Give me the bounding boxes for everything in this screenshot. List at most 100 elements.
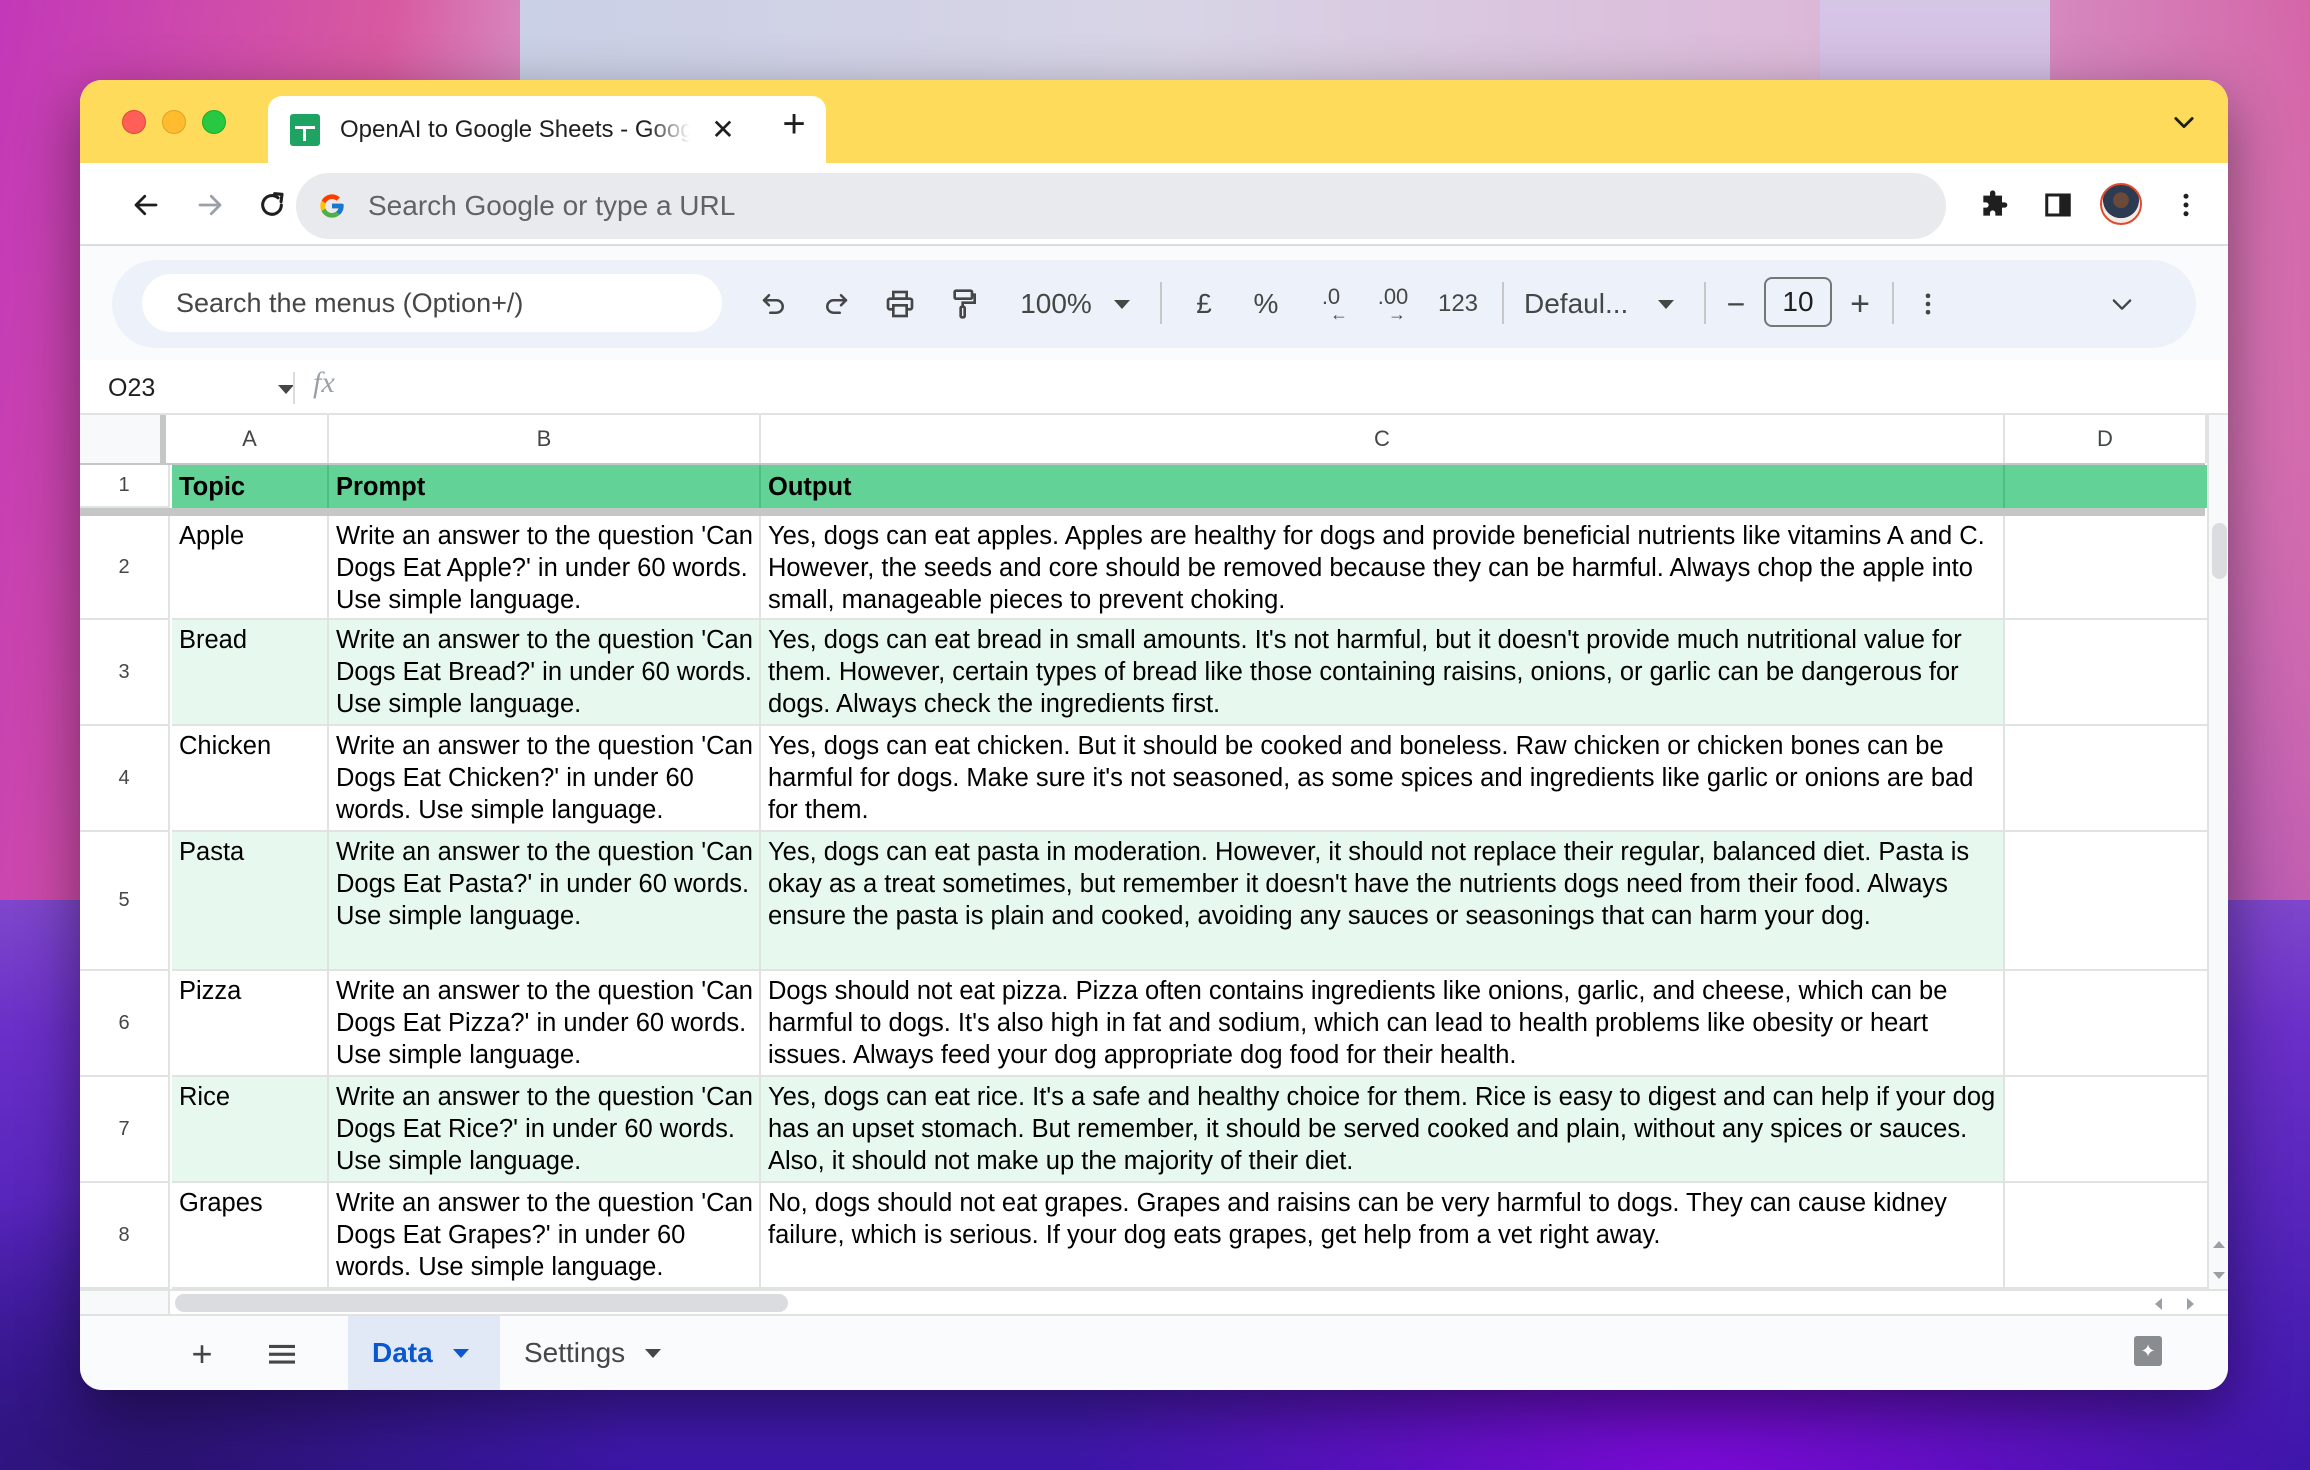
cell-output[interactable]: No, dogs should not eat grapes. Grapes a… xyxy=(761,1183,2005,1289)
font-select[interactable]: Defaul... xyxy=(1524,282,1702,326)
caret-down-icon xyxy=(1658,299,1675,309)
forward-button[interactable] xyxy=(190,185,230,225)
close-icon[interactable]: ✕ xyxy=(708,113,738,146)
cell-output[interactable]: Yes, dogs can eat chicken. But it should… xyxy=(761,726,2005,832)
cell-c1[interactable]: Output xyxy=(761,465,2005,508)
font-size-input[interactable]: 10 xyxy=(1764,277,1832,327)
cell-prompt[interactable]: Write an answer to the question 'Can Dog… xyxy=(329,726,761,832)
column-header-a[interactable]: A xyxy=(172,415,329,463)
cell-topic[interactable]: Chicken xyxy=(172,726,329,832)
add-sheet-button[interactable]: + xyxy=(180,1332,224,1376)
maximize-window-button[interactable] xyxy=(202,110,226,134)
reload-button[interactable] xyxy=(252,185,292,225)
horizontal-scrollbar-thumb[interactable] xyxy=(175,1294,788,1312)
caret-down-icon[interactable] xyxy=(645,1348,662,1358)
toolbar-divider xyxy=(1704,282,1706,324)
row-header[interactable]: 8 xyxy=(80,1183,170,1289)
row-header[interactable]: 1 xyxy=(80,465,170,508)
formula-input[interactable] xyxy=(370,366,2208,408)
row-header[interactable]: 3 xyxy=(80,620,170,726)
scroll-up-arrow-icon[interactable] xyxy=(2213,1241,2225,1248)
column-header-c[interactable]: C xyxy=(761,415,2005,463)
cell-prompt[interactable]: Write an answer to the question 'Can Dog… xyxy=(329,516,761,620)
scroll-left-arrow-icon[interactable] xyxy=(2155,1298,2162,1310)
omnibox[interactable]: Search Google or type a URL xyxy=(296,173,1946,239)
cell-d1[interactable] xyxy=(2005,465,2207,508)
redo-button[interactable] xyxy=(814,282,858,326)
side-panel-button[interactable] xyxy=(2038,185,2078,225)
cell-prompt[interactable]: Write an answer to the question 'Can Dog… xyxy=(329,1077,761,1183)
more-toolbar-options-button[interactable] xyxy=(1908,282,1948,326)
row-header[interactable]: 4 xyxy=(80,726,170,832)
cell-a1[interactable]: Topic xyxy=(172,465,329,508)
cell-output[interactable]: Yes, dogs can eat rice. It's a safe and … xyxy=(761,1077,2005,1183)
frozen-row-divider[interactable] xyxy=(80,508,2205,516)
cell-d[interactable] xyxy=(2005,620,2207,726)
paint-format-button[interactable] xyxy=(942,282,986,326)
row-header[interactable]: 5 xyxy=(80,832,170,971)
cell-topic[interactable]: Grapes xyxy=(172,1183,329,1289)
decrease-font-size-button[interactable]: − xyxy=(1716,282,1756,326)
format-currency-button[interactable]: £ xyxy=(1182,282,1226,326)
undo-button[interactable] xyxy=(752,282,796,326)
increase-font-size-button[interactable]: + xyxy=(1840,282,1880,326)
vertical-scrollbar[interactable] xyxy=(2207,415,2228,1289)
extensions-button[interactable] xyxy=(1974,185,2014,225)
cell-b1[interactable]: Prompt xyxy=(329,465,761,508)
all-sheets-button[interactable] xyxy=(260,1332,304,1376)
decrease-decimal-button[interactable]: .0 ← xyxy=(1306,282,1356,326)
cell-d[interactable] xyxy=(2005,1077,2207,1183)
vertical-scrollbar-thumb[interactable] xyxy=(2212,523,2227,579)
more-formats-button[interactable]: 123 xyxy=(1428,282,1488,326)
scroll-down-arrow-icon[interactable] xyxy=(2213,1272,2225,1279)
cell-topic[interactable]: Pasta xyxy=(172,832,329,971)
minimize-window-button[interactable] xyxy=(162,110,186,134)
toolbar-divider xyxy=(1892,282,1894,324)
scroll-right-arrow-icon[interactable] xyxy=(2187,1298,2194,1310)
column-header-d[interactable]: D xyxy=(2005,415,2207,463)
cell-topic[interactable]: Pizza xyxy=(172,971,329,1077)
cell-topic[interactable]: Apple xyxy=(172,516,329,620)
browser-menu-button[interactable] xyxy=(2166,185,2206,225)
cell-topic[interactable]: Rice xyxy=(172,1077,329,1183)
arrow-right-icon: → xyxy=(1388,304,1406,324)
row-header[interactable]: 7 xyxy=(80,1077,170,1183)
select-all-corner[interactable] xyxy=(80,415,166,463)
new-tab-button[interactable]: + xyxy=(772,102,816,147)
sheet-tab-settings[interactable]: Settings xyxy=(500,1316,680,1390)
cell-output[interactable]: Yes, dogs can eat bread in small amounts… xyxy=(761,620,2005,726)
zoom-select[interactable]: 100% xyxy=(1010,282,1140,326)
row-header[interactable]: 6 xyxy=(80,971,170,1077)
profile-avatar[interactable] xyxy=(2100,183,2142,225)
back-button[interactable] xyxy=(126,185,166,225)
minus-icon: − xyxy=(1726,285,1746,322)
cell-prompt[interactable]: Write an answer to the question 'Can Dog… xyxy=(329,971,761,1077)
browser-tab-active[interactable]: OpenAI to Google Sheets - Google Sheets … xyxy=(268,96,826,163)
horizontal-scrollbar[interactable] xyxy=(80,1289,2228,1316)
collapse-toolbar-button[interactable] xyxy=(2100,282,2144,326)
format-percent-button[interactable]: % xyxy=(1244,282,1288,326)
cell-prompt[interactable]: Write an answer to the question 'Can Dog… xyxy=(329,1183,761,1289)
cell-d[interactable] xyxy=(2005,726,2207,832)
print-button[interactable] xyxy=(878,282,922,326)
explore-button[interactable]: ✦ xyxy=(2134,1336,2162,1366)
search-menus-input[interactable]: Search the menus (Option+/) xyxy=(142,274,722,332)
cell-d[interactable] xyxy=(2005,1183,2207,1289)
cell-output[interactable]: Yes, dogs can eat apples. Apples are hea… xyxy=(761,516,2005,620)
cell-d[interactable] xyxy=(2005,832,2207,971)
cell-topic[interactable]: Bread xyxy=(172,620,329,726)
cell-output[interactable]: Yes, dogs can eat pasta in moderation. H… xyxy=(761,832,2005,971)
cell-output[interactable]: Dogs should not eat pizza. Pizza often c… xyxy=(761,971,2005,1077)
sheet-tab-data[interactable]: Data xyxy=(348,1316,500,1390)
cell-prompt[interactable]: Write an answer to the question 'Can Dog… xyxy=(329,832,761,971)
increase-decimal-button[interactable]: .00 → xyxy=(1368,282,1418,326)
caret-down-icon[interactable] xyxy=(452,1348,469,1358)
column-header-b[interactable]: B xyxy=(329,415,761,463)
plus-icon: + xyxy=(191,1333,213,1374)
close-window-button[interactable] xyxy=(122,110,146,134)
cell-prompt[interactable]: Write an answer to the question 'Can Dog… xyxy=(329,620,761,726)
cell-d[interactable] xyxy=(2005,971,2207,1077)
cell-d[interactable] xyxy=(2005,516,2207,620)
chevron-down-icon[interactable] xyxy=(2170,108,2198,136)
row-header[interactable]: 2 xyxy=(80,516,170,620)
